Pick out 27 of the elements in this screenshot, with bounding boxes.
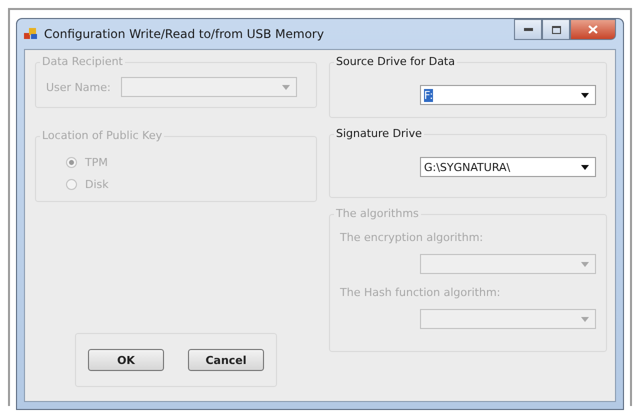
dropdown-arrow-icon — [282, 84, 290, 90]
drive-combobox[interactable]: G:\SYGNATURA\ — [420, 157, 596, 177]
cancel-button[interactable]: Cancel — [188, 349, 264, 371]
algorithm-label: The Hash function algorithm: — [340, 286, 502, 299]
window-title: Configuration Write/Read to/from USB Memory — [44, 27, 325, 41]
close-button[interactable] — [570, 19, 616, 40]
dropdown-arrow-icon — [581, 262, 589, 266]
group-title: Source Drive for Data — [334, 55, 457, 68]
dropdown-arrow-icon — [581, 316, 589, 322]
group-title: Location of Public Key — [40, 129, 164, 142]
ok-button[interactable]: OK — [88, 349, 164, 371]
minimize-icon — [524, 28, 532, 31]
close-icon — [588, 25, 598, 34]
algorithm-label: The encryption algorithm: — [340, 231, 484, 244]
maximize-icon — [552, 26, 560, 34]
minimize-button[interactable] — [514, 19, 542, 40]
group-title: Signature Drive — [334, 127, 424, 140]
drive-combobox[interactable]: F: — [420, 85, 596, 105]
user-name-label: User Name: — [46, 80, 111, 94]
group-title: The algorithms — [334, 207, 421, 220]
radio-label: TPM — [85, 156, 108, 168]
app-icon — [24, 28, 38, 40]
dropdown-arrow-icon — [581, 92, 589, 98]
radio-label: Disk — [85, 178, 109, 190]
dropdown-arrow-icon — [581, 164, 589, 170]
maximize-button[interactable] — [542, 19, 570, 40]
group-title: Data Recipient — [40, 55, 125, 68]
